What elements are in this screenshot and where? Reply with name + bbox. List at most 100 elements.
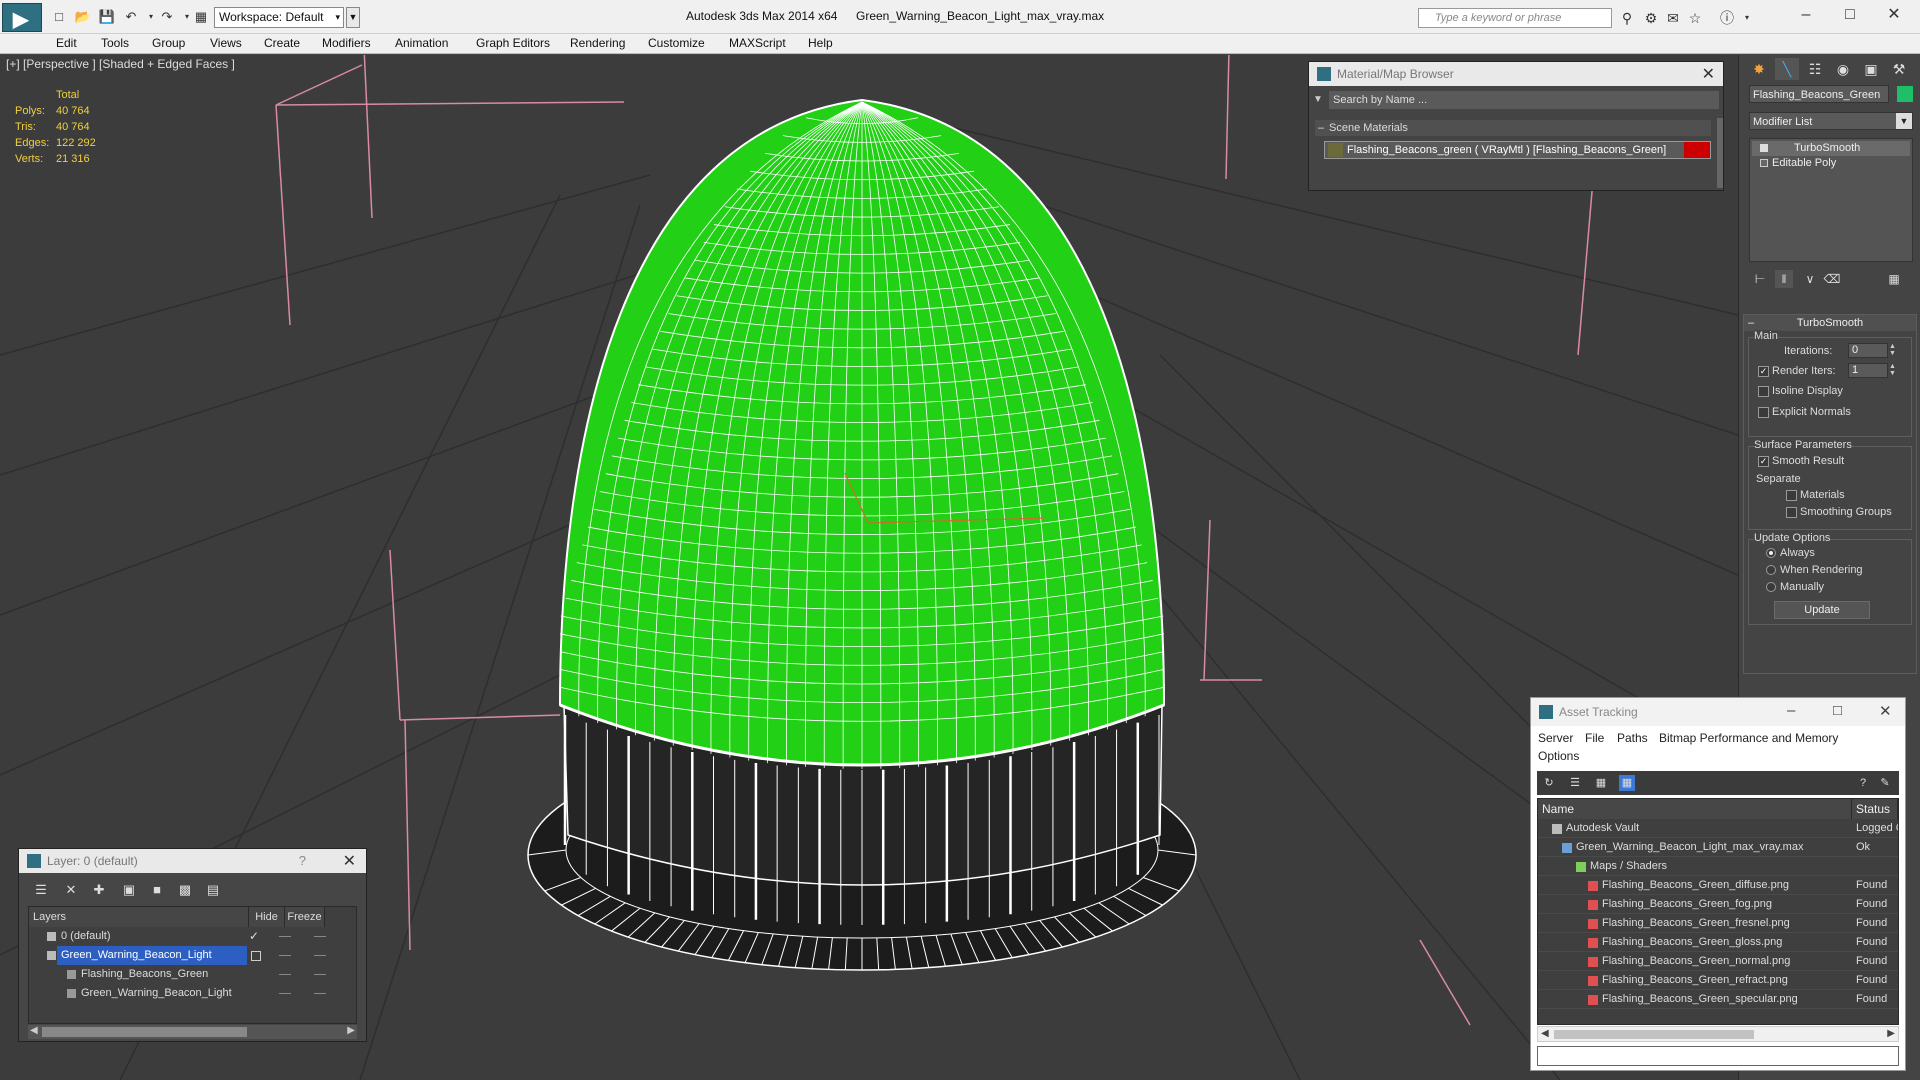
show-end-result-icon[interactable]: ‖ [1775,270,1793,288]
menu-views[interactable]: Views [210,36,242,50]
stack-item-editable-poly[interactable]: Editable Poly [1752,156,1910,171]
asset-row[interactable]: Autodesk Vault Logged C [1538,819,1898,838]
asset-row[interactable]: Flashing_Beacons_Green_gloss.png Found [1538,933,1898,952]
display-tab-icon[interactable]: ▣ [1859,58,1883,80]
scene-materials-group[interactable]: – Scene Materials [1315,120,1711,136]
select-layer-icon[interactable]: ■ [147,880,167,900]
layer-horizontal-scrollbar[interactable]: ◀ ▶ [28,1025,357,1039]
rollout-header[interactable]: – TurboSmooth [1744,315,1916,331]
redo-icon[interactable]: ↷ [158,8,176,26]
asset-horizontal-scrollbar[interactable]: ◀ ▶ [1537,1026,1899,1042]
asset-row[interactable]: Flashing_Beacons_Green_specular.png Found [1538,990,1898,1009]
maximize-button[interactable]: □ [1830,3,1870,27]
modify-tab-icon[interactable]: ╲ [1775,58,1799,80]
layer-row[interactable]: 0 (default) ✓ [29,927,356,946]
help-icon[interactable]: ⓘ [1718,9,1736,27]
asset-row[interactable]: Flashing_Beacons_Green_refract.png Found [1538,971,1898,990]
project-folder-icon[interactable]: ▦ [192,8,210,26]
material-browser-scrollbar[interactable] [1717,118,1723,188]
menu-group[interactable]: Group [152,36,185,50]
menu-options[interactable]: Options [1538,749,1579,763]
add-to-layer-icon[interactable]: ✚ [89,880,109,900]
column-header-freeze[interactable]: Freeze [285,907,325,927]
asset-row[interactable]: Flashing_Beacons_Green_fog.png Found [1538,895,1898,914]
asset-row[interactable]: Flashing_Beacons_Green_fresnel.png Found [1538,914,1898,933]
column-header-layers[interactable]: Layers [29,907,249,927]
scroll-right-icon[interactable]: ▶ [347,1025,355,1036]
make-unique-icon[interactable]: ∨ [1801,270,1819,288]
hierarchy-tab-icon[interactable]: ☷ [1803,58,1827,80]
scroll-right-icon[interactable]: ▶ [1887,1028,1895,1039]
asset-row[interactable]: Maps / Shaders [1538,857,1898,876]
menu-create[interactable]: Create [264,36,300,50]
maximize-button[interactable]: □ [1833,702,1842,719]
menu-edit[interactable]: Edit [56,36,77,50]
isoline-display-checkbox[interactable] [1758,386,1769,397]
create-tab-icon[interactable]: ✸ [1747,58,1771,80]
tree-view-icon[interactable]: ▦ [1593,775,1609,791]
help-icon[interactable]: ? [299,853,306,868]
beacon-model[interactable] [527,98,1197,971]
layer-row[interactable]: Green_Warning_Beacon_Light [29,984,356,1003]
undo-icon[interactable]: ↶ [122,8,140,26]
search-input[interactable]: Type a keyword or phrase [1418,8,1612,28]
binoculars-icon[interactable]: ⚲ [1618,9,1636,27]
subscription-icon[interactable]: ⚙ [1642,9,1660,27]
freeze-toggle[interactable] [314,993,326,994]
menu-help[interactable]: Help [808,36,833,50]
viewport-label[interactable]: [+] [Perspective ] [Shaded + Edged Faces… [6,57,235,71]
object-color-swatch[interactable] [1897,86,1913,102]
separate-materials-checkbox[interactable] [1786,490,1797,501]
scroll-left-icon[interactable]: ◀ [30,1025,38,1036]
menu-file[interactable]: File [1585,731,1604,745]
create-layer-icon[interactable]: ☰ [31,880,51,900]
menu-tools[interactable]: Tools [101,36,129,50]
menu-customize[interactable]: Customize [648,36,705,50]
minimize-button[interactable]: – [1787,702,1795,719]
freeze-toggle[interactable] [314,936,326,937]
scrollbar-thumb[interactable] [42,1027,247,1037]
menu-graph-editors[interactable]: Graph Editors [476,36,550,50]
menu-paths[interactable]: Paths [1617,731,1648,745]
column-header-status[interactable]: Status [1852,799,1898,819]
update-button[interactable]: Update [1774,601,1870,619]
spinner-arrows-icon[interactable]: ▲ ▼ [1888,363,1897,378]
delete-layer-icon[interactable]: ✕ [61,880,81,900]
help-icon[interactable]: ? [1855,775,1871,791]
always-radio[interactable] [1766,548,1776,558]
layer-row[interactable]: Flashing_Beacons_Green [29,965,356,984]
set-current-box[interactable] [251,951,261,961]
motion-tab-icon[interactable]: ◉ [1831,58,1855,80]
asset-row[interactable]: Flashing_Beacons_Green_normal.png Found [1538,952,1898,971]
menu-animation[interactable]: Animation [395,36,448,50]
close-icon[interactable]: ✕ [343,851,356,871]
pin-stack-icon[interactable]: ⊢ [1751,270,1769,288]
iterations-spinner[interactable]: 0 [1848,343,1888,358]
smooth-result-checkbox[interactable]: ✓ [1758,456,1769,467]
stack-item-turbosmooth[interactable]: TurboSmooth [1752,141,1910,156]
material-search-input[interactable]: Search by Name ... [1329,91,1719,109]
menu-bitmap-performance[interactable]: Bitmap Performance and Memory [1659,731,1838,745]
column-header-hide[interactable]: Hide [249,907,285,927]
utilities-tab-icon[interactable]: ⚒ [1887,58,1911,80]
configure-sets-icon[interactable]: ▦ [1885,270,1903,288]
material-browser-titlebar[interactable]: Material/Map Browser ✕ [1309,62,1723,86]
select-objects-icon[interactable]: ▣ [119,880,139,900]
light-bulb-icon[interactable] [1760,144,1768,152]
menu-rendering[interactable]: Rendering [570,36,625,50]
asset-row[interactable]: Green_Warning_Beacon_Light_max_vray.max O… [1538,838,1898,857]
separate-smoothing-groups-checkbox[interactable] [1786,507,1797,518]
material-list-item[interactable]: Flashing_Beacons_green ( VRayMtl ) [Flas… [1324,141,1711,159]
column-header-name[interactable]: Name [1538,799,1852,819]
close-button[interactable]: ✕ [1879,702,1892,720]
app-menu-button[interactable]: ▶ [2,3,42,32]
hide-toggle[interactable] [279,955,291,956]
modifier-list-dropdown[interactable]: Modifier List ▼ [1749,112,1913,130]
pin-icon[interactable]: ✎ [1877,775,1893,791]
workspace-expand-button[interactable]: ▼ [346,7,360,28]
hide-toggle[interactable] [279,936,291,937]
layer-row[interactable]: Green_Warning_Beacon_Light [29,946,356,965]
menu-server[interactable]: Server [1538,731,1573,745]
communication-icon[interactable]: ✉ [1664,9,1682,27]
workspace-dropdown[interactable]: Workspace: Default ▾ [214,7,344,28]
